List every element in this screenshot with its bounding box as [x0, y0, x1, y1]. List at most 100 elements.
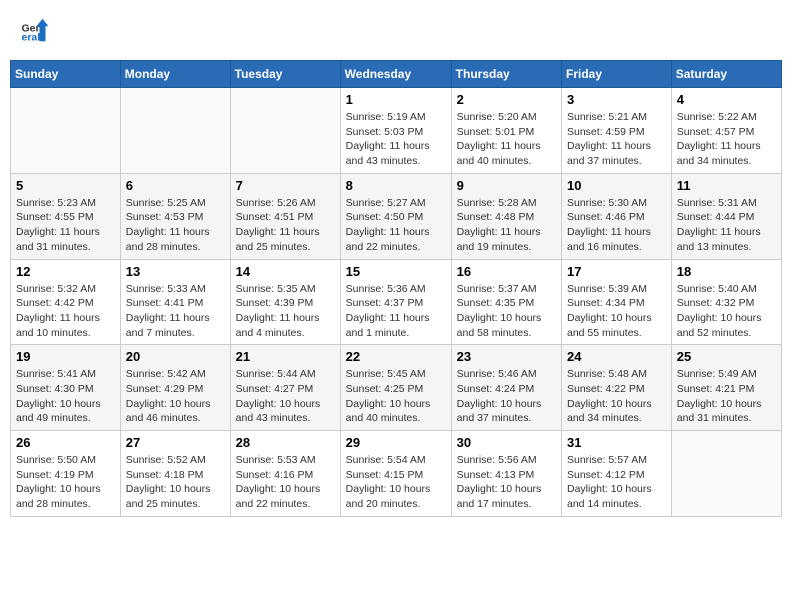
day-info: Sunrise: 5:23 AMSunset: 4:55 PMDaylight:… [16, 196, 115, 255]
day-info: Sunrise: 5:52 AMSunset: 4:18 PMDaylight:… [126, 453, 225, 512]
day-number: 28 [236, 435, 335, 450]
day-info: Sunrise: 5:25 AMSunset: 4:53 PMDaylight:… [126, 196, 225, 255]
calendar-cell: 22Sunrise: 5:45 AMSunset: 4:25 PMDayligh… [340, 345, 451, 431]
day-number: 11 [677, 178, 776, 193]
day-info: Sunrise: 5:36 AMSunset: 4:37 PMDaylight:… [346, 282, 446, 341]
calendar-cell: 4 Sunrise: 5:22 AMSunset: 4:57 PMDaylight… [671, 88, 781, 174]
day-number: 30 [457, 435, 556, 450]
logo-icon: Gen eral [20, 15, 50, 45]
calendar-cell: 26 Sunrise: 5:50 AMSunset: 4:19 PMDayligh… [11, 431, 121, 517]
day-number: 31 [567, 435, 666, 450]
day-header-friday: Friday [562, 61, 672, 88]
day-info: Sunrise: 5:37 AMSunset: 4:35 PMDaylight:… [457, 282, 556, 341]
day-number: 13 [126, 264, 225, 279]
calendar-cell [671, 431, 781, 517]
day-info: Sunrise: 5:28 AMSunset: 4:48 PMDaylight:… [457, 196, 556, 255]
day-number: 16 [457, 264, 556, 279]
day-info: Sunrise: 5:46 AMSunset: 4:24 PMDaylight:… [457, 367, 556, 426]
day-info: Sunrise: 5:40 AMSunset: 4:32 PMDaylight:… [677, 282, 776, 341]
day-number: 1 [346, 92, 446, 107]
calendar-cell: 7 Sunrise: 5:26 AMSunset: 4:51 PMDaylight… [230, 173, 340, 259]
day-number: 10 [567, 178, 666, 193]
day-info: Sunrise: 5:27 AMSunset: 4:50 PMDaylight:… [346, 196, 446, 255]
day-info: Sunrise: 5:42 AMSunset: 4:29 PMDaylight:… [126, 367, 225, 426]
calendar-cell: 16 Sunrise: 5:37 AMSunset: 4:35 PMDayligh… [451, 259, 561, 345]
day-number: 14 [236, 264, 335, 279]
calendar-cell: 19 Sunrise: 5:41 AMSunset: 4:30 PMDayligh… [11, 345, 121, 431]
day-number: 4 [677, 92, 776, 107]
day-number: 17 [567, 264, 666, 279]
day-info: Sunrise: 5:50 AMSunset: 4:19 PMDaylight:… [16, 453, 115, 512]
day-info: Sunrise: 5:21 AMSunset: 4:59 PMDaylight:… [567, 110, 666, 169]
calendar-cell: 27 Sunrise: 5:52 AMSunset: 4:18 PMDayligh… [120, 431, 230, 517]
calendar-cell: 1 Sunrise: 5:19 AMSunset: 5:03 PMDaylight… [340, 88, 451, 174]
calendar-cell [120, 88, 230, 174]
day-header-tuesday: Tuesday [230, 61, 340, 88]
day-number: 24 [567, 349, 666, 364]
calendar-cell [11, 88, 121, 174]
day-info: Sunrise: 5:33 AMSunset: 4:41 PMDaylight:… [126, 282, 225, 341]
calendar-table: SundayMondayTuesdayWednesdayThursdayFrid… [10, 60, 782, 517]
day-info: Sunrise: 5:57 AMSunset: 4:12 PMDaylight:… [567, 453, 666, 512]
calendar-header-row: SundayMondayTuesdayWednesdayThursdayFrid… [11, 61, 782, 88]
calendar-cell: 25 Sunrise: 5:49 AMSunset: 4:21 PMDayligh… [671, 345, 781, 431]
calendar-cell: 20 Sunrise: 5:42 AMSunset: 4:29 PMDayligh… [120, 345, 230, 431]
day-number: 29 [346, 435, 446, 450]
day-info: Sunrise: 5:41 AMSunset: 4:30 PMDaylight:… [16, 367, 115, 426]
day-header-monday: Monday [120, 61, 230, 88]
day-number: 6 [126, 178, 225, 193]
day-number: 20 [126, 349, 225, 364]
calendar-cell: 2Sunrise: 5:20 AMSunset: 5:01 PMDaylight… [451, 88, 561, 174]
calendar-week-row: 19 Sunrise: 5:41 AMSunset: 4:30 PMDayligh… [11, 345, 782, 431]
day-number: 26 [16, 435, 115, 450]
day-number: 5 [16, 178, 115, 193]
day-number: 27 [126, 435, 225, 450]
calendar-cell: 12Sunrise: 5:32 AMSunset: 4:42 PMDayligh… [11, 259, 121, 345]
day-info: Sunrise: 5:45 AMSunset: 4:25 PMDaylight:… [346, 367, 446, 426]
day-info: Sunrise: 5:19 AMSunset: 5:03 PMDaylight:… [346, 110, 446, 169]
day-info: Sunrise: 5:20 AMSunset: 5:01 PMDaylight:… [457, 110, 556, 169]
day-number: 18 [677, 264, 776, 279]
day-info: Sunrise: 5:48 AMSunset: 4:22 PMDaylight:… [567, 367, 666, 426]
calendar-cell: 5 Sunrise: 5:23 AMSunset: 4:55 PMDaylight… [11, 173, 121, 259]
day-header-sunday: Sunday [11, 61, 121, 88]
day-info: Sunrise: 5:32 AMSunset: 4:42 PMDaylight:… [16, 282, 115, 341]
calendar-cell: 23 Sunrise: 5:46 AMSunset: 4:24 PMDayligh… [451, 345, 561, 431]
calendar-cell [230, 88, 340, 174]
calendar-cell: 3Sunrise: 5:21 AMSunset: 4:59 PMDaylight… [562, 88, 672, 174]
calendar-cell: 8 Sunrise: 5:27 AMSunset: 4:50 PMDaylight… [340, 173, 451, 259]
calendar-cell: 30 Sunrise: 5:56 AMSunset: 4:13 PMDayligh… [451, 431, 561, 517]
calendar-cell: 6 Sunrise: 5:25 AMSunset: 4:53 PMDaylight… [120, 173, 230, 259]
day-info: Sunrise: 5:26 AMSunset: 4:51 PMDaylight:… [236, 196, 335, 255]
day-number: 19 [16, 349, 115, 364]
day-header-saturday: Saturday [671, 61, 781, 88]
day-number: 25 [677, 349, 776, 364]
day-info: Sunrise: 5:49 AMSunset: 4:21 PMDaylight:… [677, 367, 776, 426]
logo: Gen eral [20, 15, 54, 45]
svg-text:eral: eral [22, 32, 41, 44]
calendar-cell: 15Sunrise: 5:36 AMSunset: 4:37 PMDayligh… [340, 259, 451, 345]
calendar-cell: 10Sunrise: 5:30 AMSunset: 4:46 PMDayligh… [562, 173, 672, 259]
day-info: Sunrise: 5:54 AMSunset: 4:15 PMDaylight:… [346, 453, 446, 512]
day-info: Sunrise: 5:35 AMSunset: 4:39 PMDaylight:… [236, 282, 335, 341]
day-info: Sunrise: 5:39 AMSunset: 4:34 PMDaylight:… [567, 282, 666, 341]
day-number: 7 [236, 178, 335, 193]
day-number: 23 [457, 349, 556, 364]
calendar-cell: 24 Sunrise: 5:48 AMSunset: 4:22 PMDayligh… [562, 345, 672, 431]
day-info: Sunrise: 5:56 AMSunset: 4:13 PMDaylight:… [457, 453, 556, 512]
day-info: Sunrise: 5:22 AMSunset: 4:57 PMDaylight:… [677, 110, 776, 169]
day-number: 21 [236, 349, 335, 364]
day-header-thursday: Thursday [451, 61, 561, 88]
day-number: 9 [457, 178, 556, 193]
calendar-cell: 17 Sunrise: 5:39 AMSunset: 4:34 PMDayligh… [562, 259, 672, 345]
calendar-cell: 9 Sunrise: 5:28 AMSunset: 4:48 PMDaylight… [451, 173, 561, 259]
page-header: Gen eral [10, 10, 782, 50]
day-info: Sunrise: 5:44 AMSunset: 4:27 PMDaylight:… [236, 367, 335, 426]
calendar-cell: 11Sunrise: 5:31 AMSunset: 4:44 PMDayligh… [671, 173, 781, 259]
calendar-cell: 14 Sunrise: 5:35 AMSunset: 4:39 PMDayligh… [230, 259, 340, 345]
calendar-week-row: 1 Sunrise: 5:19 AMSunset: 5:03 PMDaylight… [11, 88, 782, 174]
calendar-week-row: 5 Sunrise: 5:23 AMSunset: 4:55 PMDaylight… [11, 173, 782, 259]
day-number: 8 [346, 178, 446, 193]
calendar-cell: 29 Sunrise: 5:54 AMSunset: 4:15 PMDayligh… [340, 431, 451, 517]
day-header-wednesday: Wednesday [340, 61, 451, 88]
